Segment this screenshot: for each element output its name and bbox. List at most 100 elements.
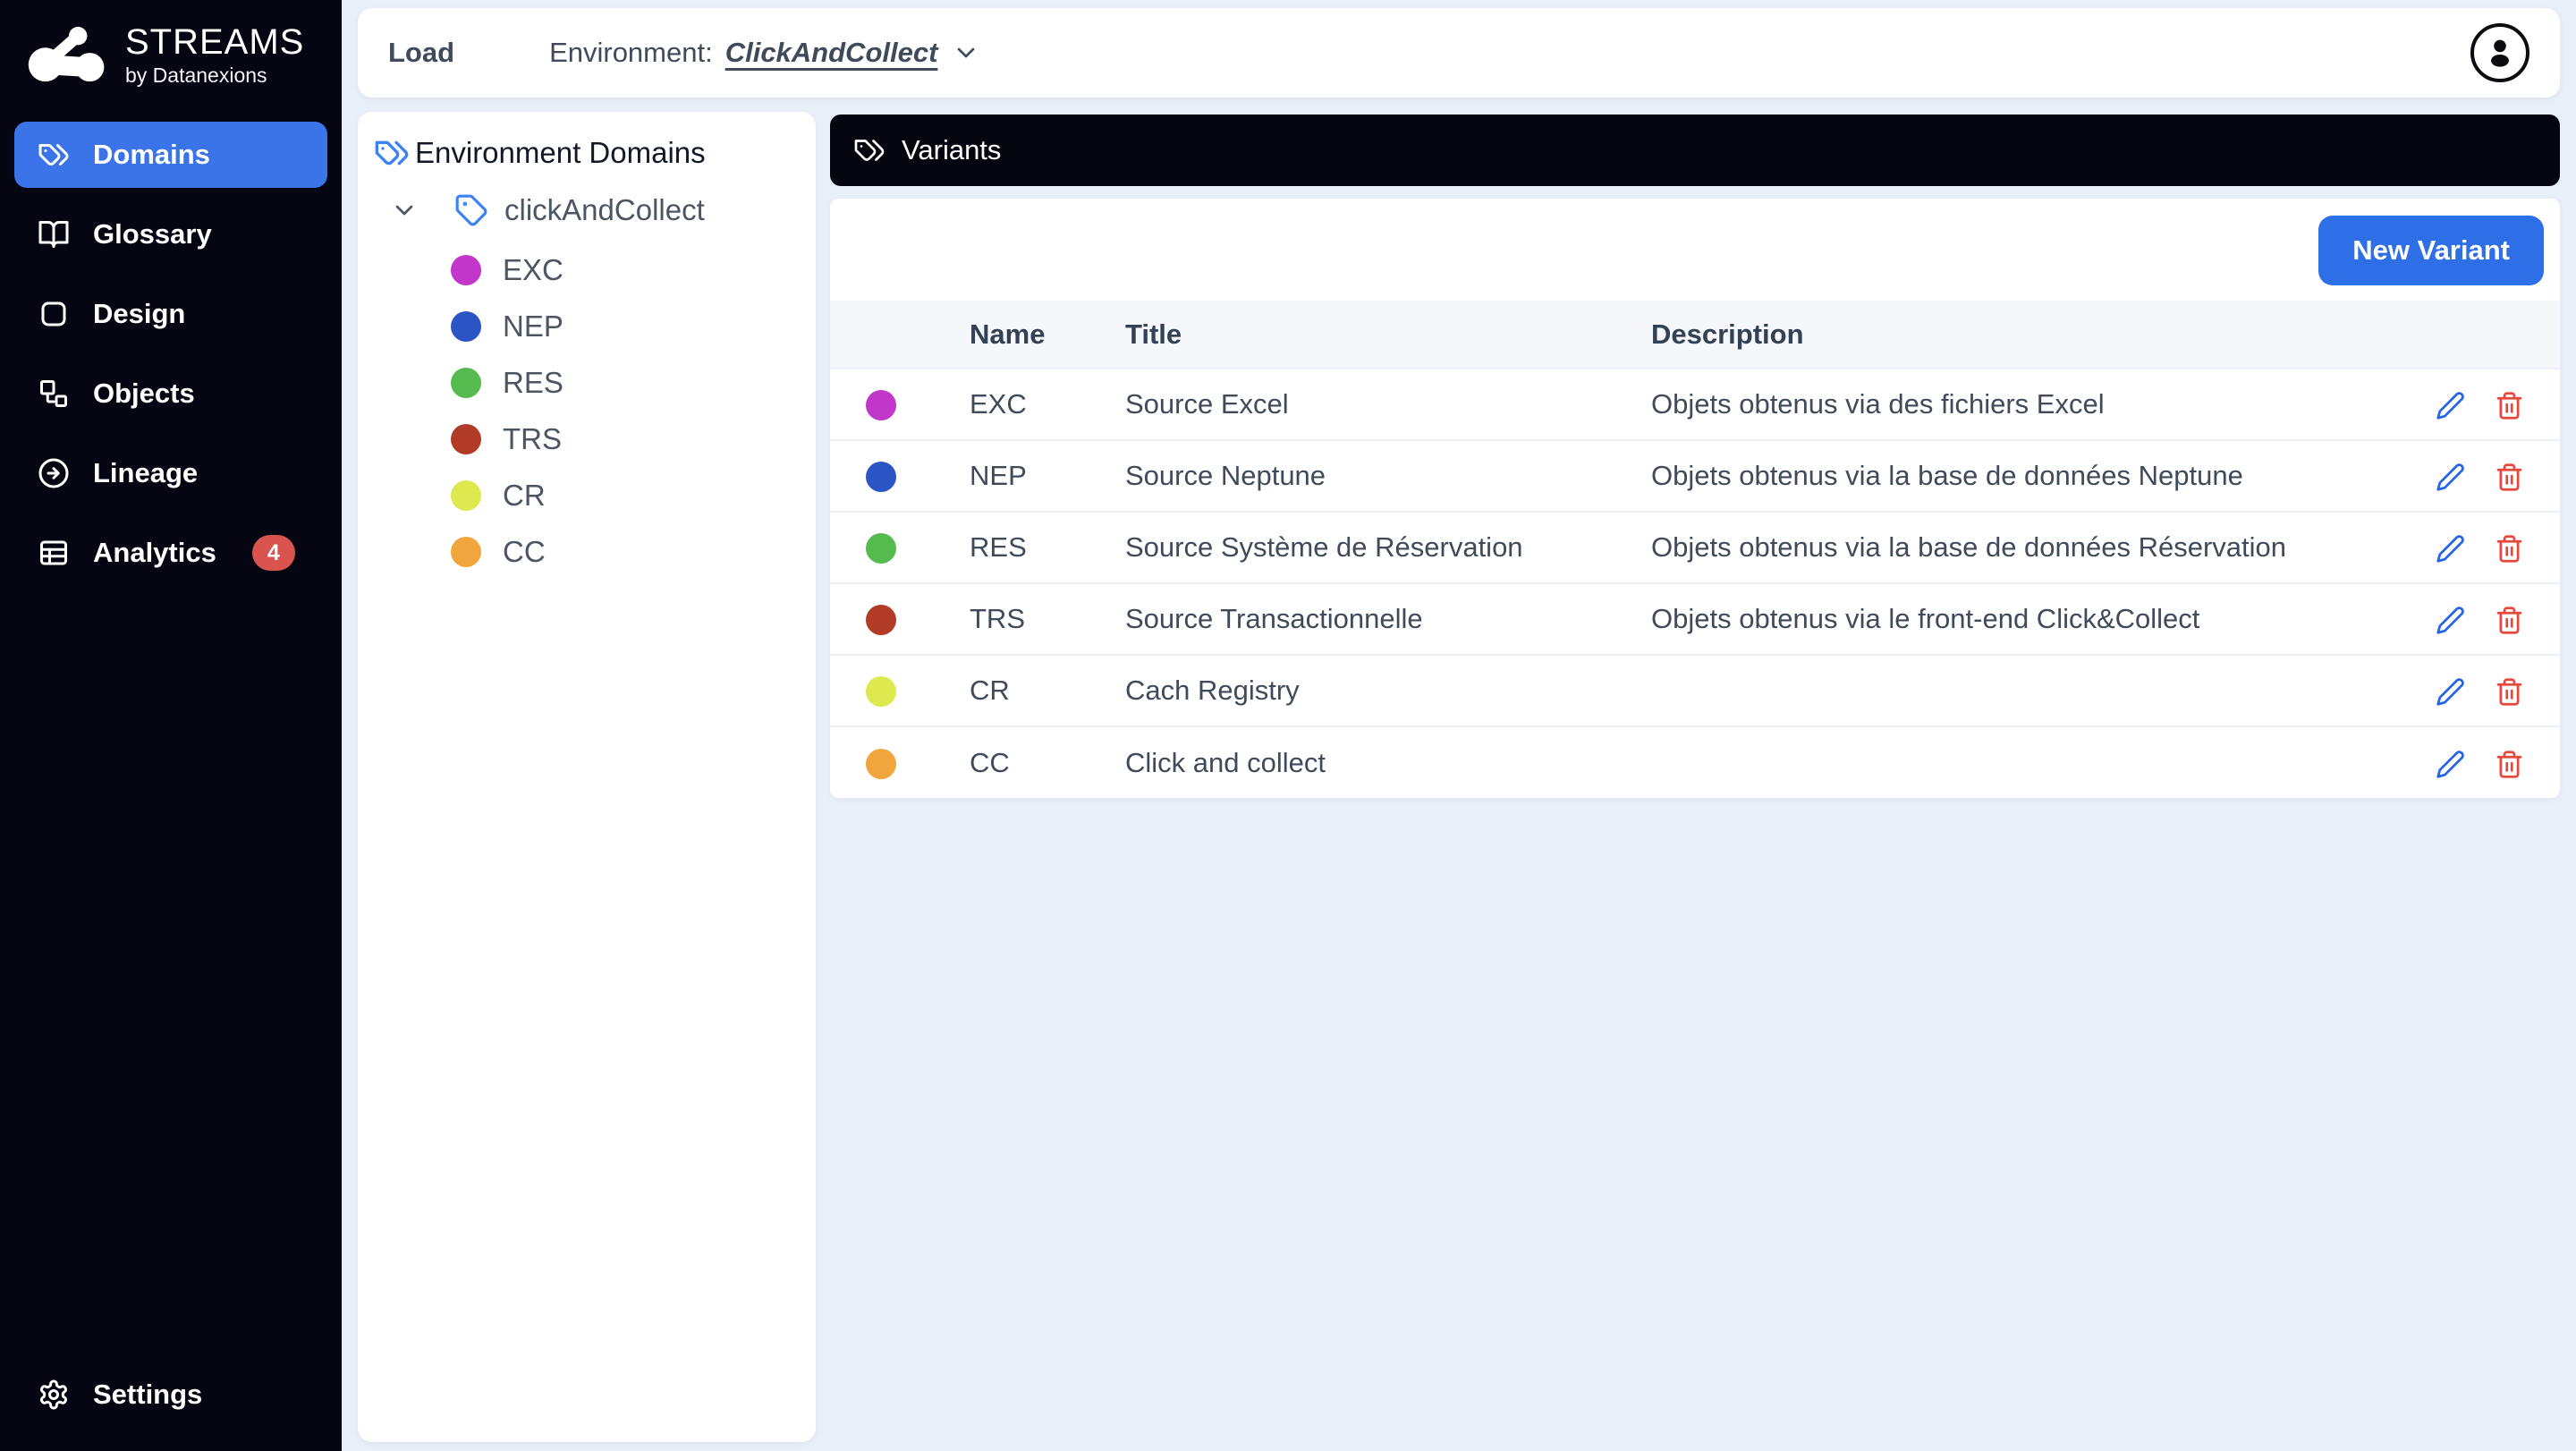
square-icon [38, 298, 70, 330]
tree-leaf-label: TRS [503, 422, 562, 456]
edit-button[interactable] [2436, 606, 2465, 635]
variant-title: Source Système de Réservation [1125, 512, 1651, 583]
variant-color-dot [866, 533, 896, 564]
environment-dropdown[interactable]: ClickAndCollect [725, 37, 981, 69]
edit-button[interactable] [2436, 534, 2465, 564]
trash-icon [2495, 606, 2524, 635]
edit-button[interactable] [2436, 462, 2465, 492]
tags-icon [853, 134, 886, 166]
domain-color-dot [451, 311, 481, 342]
brand-tagline: by Datanexions [125, 64, 304, 88]
sidebar-menu: Domains Glossary Design [0, 109, 342, 586]
delete-button[interactable] [2495, 391, 2524, 420]
variant-color-dot [866, 676, 896, 707]
book-open-icon [38, 218, 70, 250]
table-icon [38, 537, 70, 569]
sidebar-item-settings[interactable]: Settings [14, 1362, 327, 1428]
variant-color-dot [866, 605, 896, 635]
variant-name: NEP [970, 440, 1125, 512]
variants-section: Variants New Variant Name Title Descript… [830, 115, 2560, 798]
name-column-header: Name [970, 301, 1125, 369]
variant-name: TRS [970, 583, 1125, 655]
tree-leaf-res[interactable]: RES [451, 354, 807, 411]
delete-button[interactable] [2495, 606, 2524, 635]
variant-color-dot [866, 749, 896, 779]
domain-color-dot [451, 424, 481, 454]
tree-leaf-label: NEP [503, 310, 564, 344]
sidebar-item-label: Design [93, 298, 185, 330]
sidebar-item-objects[interactable]: Objects [14, 361, 327, 427]
tree-leaf-trs[interactable]: TRS [451, 411, 807, 467]
variants-toolbar: New Variant [830, 199, 2560, 301]
sidebar-item-domains[interactable]: Domains [14, 122, 327, 188]
variant-title: Source Excel [1125, 369, 1651, 440]
tags-icon [38, 139, 70, 171]
tree-node-label: clickAndCollect [504, 193, 705, 227]
variant-description: Objets obtenus via la base de données Ré… [1651, 512, 2408, 583]
tree-leaf-label: RES [503, 366, 564, 400]
tree-leaf-cc[interactable]: CC [451, 523, 807, 580]
delete-button[interactable] [2495, 677, 2524, 707]
tree-leaf-exc[interactable]: EXC [451, 242, 807, 298]
pencil-icon [2436, 391, 2465, 420]
blocks-icon [38, 378, 70, 410]
variants-card: New Variant Name Title Description [830, 199, 2560, 798]
sidebar-item-label: Domains [93, 139, 210, 171]
table-row: CC Click and collect [830, 726, 2560, 798]
pencil-icon [2436, 534, 2465, 564]
sidebar-item-design[interactable]: Design [14, 281, 327, 347]
variant-title: Cach Registry [1125, 655, 1651, 726]
variants-header-bar: Variants [830, 115, 2560, 186]
brand-name: STREAMS [125, 23, 304, 61]
table-row: EXC Source Excel Objets obtenus via des … [830, 369, 2560, 440]
trash-icon [2495, 750, 2524, 779]
chevron-down-icon[interactable] [390, 196, 419, 225]
user-avatar-button[interactable] [2470, 23, 2529, 82]
sidebar-item-analytics[interactable]: Analytics 4 [14, 520, 327, 586]
pencil-icon [2436, 606, 2465, 635]
variant-description: Objets obtenus via la base de données Ne… [1651, 440, 2408, 512]
tree-leaf-label: CR [503, 479, 546, 513]
table-row: NEP Source Neptune Objets obtenus via la… [830, 440, 2560, 512]
edit-button[interactable] [2436, 677, 2465, 707]
color-column-header [830, 301, 970, 369]
sidebar-item-lineage[interactable]: Lineage [14, 440, 327, 506]
delete-button[interactable] [2495, 750, 2524, 779]
tree-leaf-label: CC [503, 535, 546, 569]
app-window: STREAMS by Datanexions Domains [0, 0, 2576, 1451]
delete-button[interactable] [2495, 462, 2524, 492]
new-variant-button[interactable]: New Variant [2318, 216, 2544, 285]
variant-description [1651, 726, 2408, 798]
variant-color-dot [866, 390, 896, 420]
environment-value: ClickAndCollect [725, 37, 938, 69]
edit-button[interactable] [2436, 391, 2465, 420]
tree-node-clickandcollect[interactable]: clickAndCollect [390, 193, 807, 227]
variant-description [1651, 655, 2408, 726]
variant-title: Source Neptune [1125, 440, 1651, 512]
environment-domains-panel: Environment Domains clickAndCollect EXC [358, 112, 816, 1442]
table-row: RES Source Système de Réservation Objets… [830, 512, 2560, 583]
sidebar-item-label: Objects [93, 378, 195, 410]
sidebar-item-label: Analytics [93, 537, 216, 569]
environment-label: Environment: [549, 37, 713, 69]
tree-leaf-nep[interactable]: NEP [451, 298, 807, 354]
sidebar-item-glossary[interactable]: Glossary [14, 201, 327, 267]
topbar: Load Environment: ClickAndCollect [358, 8, 2560, 98]
sidebar-item-label: Settings [93, 1379, 202, 1411]
actions-column-header [2408, 301, 2560, 369]
gear-icon [38, 1379, 70, 1411]
table-row: CR Cach Registry [830, 655, 2560, 726]
delete-button[interactable] [2495, 534, 2524, 564]
domain-color-dot [451, 368, 481, 398]
table-header-row: Name Title Description [830, 301, 2560, 369]
streams-logo-icon [27, 24, 111, 87]
tree-leaf-cr[interactable]: CR [451, 467, 807, 523]
load-button[interactable]: Load [388, 37, 454, 69]
variant-description: Objets obtenus via des fichiers Excel [1651, 369, 2408, 440]
pencil-icon [2436, 677, 2465, 707]
edit-button[interactable] [2436, 750, 2465, 779]
sidebar-item-label: Lineage [93, 457, 198, 489]
sidebar-item-label: Glossary [93, 218, 212, 250]
domain-color-dot [451, 537, 481, 567]
tree-panel-header: Environment Domains [374, 135, 807, 171]
